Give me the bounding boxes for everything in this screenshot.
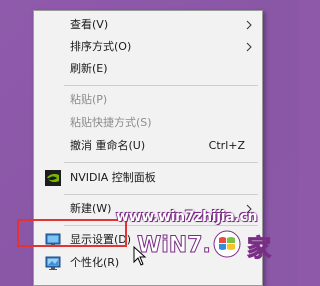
menu-item-sort-by[interactable]: 排序方式(O) — [34, 36, 262, 58]
menu-item-shortcut: Ctrl+Z — [208, 139, 245, 152]
menu-item-label: 粘贴(P) — [70, 93, 108, 106]
watermark-logo-text: WiN7. — [137, 233, 211, 258]
menu-item-paste[interactable]: 粘贴(P) — [34, 89, 262, 111]
menu-separator — [64, 194, 258, 195]
personalize-icon — [45, 256, 61, 270]
menu-item-undo-rename[interactable]: 撤消 重命名(U) Ctrl+Z — [34, 135, 262, 157]
mouse-cursor-icon — [133, 246, 147, 266]
menu-separator — [64, 162, 258, 163]
watermark-url: www.win7zhijia.cn — [116, 209, 258, 225]
menu-item-refresh[interactable]: 刷新(E) — [34, 58, 262, 80]
menu-separator — [64, 85, 258, 86]
windows-logo-icon — [213, 230, 241, 258]
menu-item-label: 查看(V) — [70, 18, 109, 31]
menu-item-label: 新建(W) — [70, 202, 112, 215]
watermark-logo-char: 家 — [247, 234, 271, 262]
menu-item-label: 撤消 重命名(U) — [70, 139, 146, 152]
menu-item-view[interactable]: 查看(V) — [34, 14, 262, 36]
annotation-highlight-box — [17, 219, 127, 247]
menu-item-label: 个性化(R) — [70, 256, 120, 269]
chevron-right-icon — [246, 20, 252, 30]
menu-item-paste-shortcut[interactable]: 粘贴快捷方式(S) — [34, 112, 262, 134]
menu-item-nvidia-control-panel[interactable]: NVIDIA 控制面板 — [34, 167, 262, 189]
chevron-right-icon — [246, 42, 252, 52]
watermark-logo: WiN7. 家 — [137, 230, 272, 263]
menu-item-label: 排序方式(O) — [70, 40, 132, 53]
menu-item-label: 粘贴快捷方式(S) — [70, 116, 152, 129]
nvidia-icon — [45, 170, 61, 186]
menu-item-label: 刷新(E) — [70, 62, 108, 75]
menu-item-label: NVIDIA 控制面板 — [70, 171, 156, 184]
